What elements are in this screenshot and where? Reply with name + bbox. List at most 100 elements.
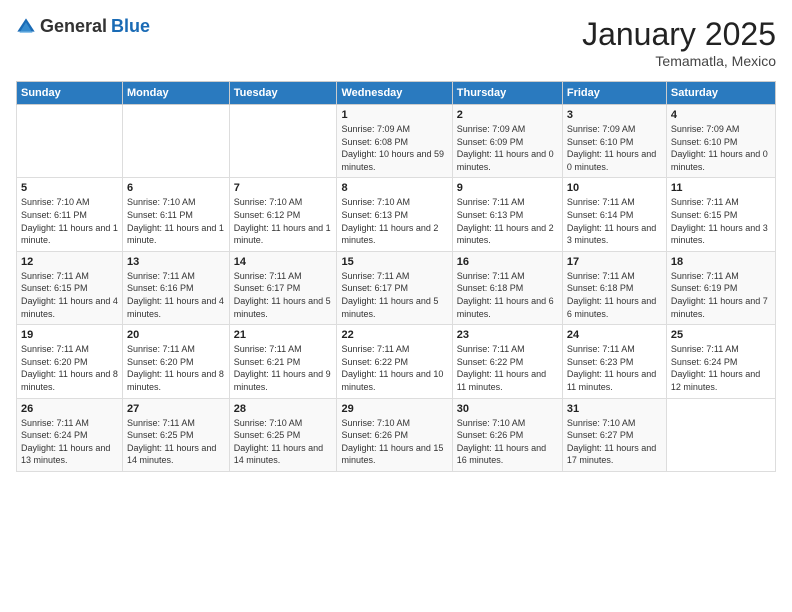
calendar-week-row: 5 Sunrise: 7:10 AMSunset: 6:11 PMDaylight… [17,178,776,251]
day-info: Sunrise: 7:09 AMSunset: 6:08 PMDaylight:… [341,123,447,173]
day-number: 19 [21,329,118,341]
day-number: 27 [127,403,225,415]
calendar-cell: 29 Sunrise: 7:10 AMSunset: 6:26 PMDayligh… [337,398,452,471]
day-number: 23 [457,329,558,341]
day-info: Sunrise: 7:09 AMSunset: 6:10 PMDaylight:… [567,123,662,173]
day-number: 3 [567,109,662,121]
day-info: Sunrise: 7:11 AMSunset: 6:17 PMDaylight:… [234,270,333,320]
calendar-week-row: 19 Sunrise: 7:11 AMSunset: 6:20 PMDayligh… [17,325,776,398]
calendar-cell: 7 Sunrise: 7:10 AMSunset: 6:12 PMDaylight… [229,178,337,251]
calendar-cell: 5 Sunrise: 7:10 AMSunset: 6:11 PMDaylight… [17,178,123,251]
day-info: Sunrise: 7:11 AMSunset: 6:18 PMDaylight:… [567,270,662,320]
day-number: 14 [234,256,333,268]
day-info: Sunrise: 7:11 AMSunset: 6:15 PMDaylight:… [21,270,118,320]
day-info: Sunrise: 7:11 AMSunset: 6:13 PMDaylight:… [457,196,558,246]
logo-blue-text: Blue [111,16,150,37]
calendar-cell: 22 Sunrise: 7:11 AMSunset: 6:22 PMDayligh… [337,325,452,398]
day-info: Sunrise: 7:10 AMSunset: 6:26 PMDaylight:… [457,417,558,467]
day-info: Sunrise: 7:11 AMSunset: 6:20 PMDaylight:… [127,343,225,393]
day-number: 11 [671,182,771,194]
day-number: 10 [567,182,662,194]
calendar-cell: 17 Sunrise: 7:11 AMSunset: 6:18 PMDayligh… [562,251,666,324]
day-info: Sunrise: 7:11 AMSunset: 6:20 PMDaylight:… [21,343,118,393]
day-number: 16 [457,256,558,268]
location-title: Temamatla, Mexico [582,53,776,69]
day-info: Sunrise: 7:11 AMSunset: 6:17 PMDaylight:… [341,270,447,320]
day-number: 29 [341,403,447,415]
calendar-table: SundayMondayTuesdayWednesdayThursdayFrid… [16,81,776,472]
calendar-cell: 2 Sunrise: 7:09 AMSunset: 6:09 PMDaylight… [452,105,562,178]
logo: GeneralBlue [16,16,150,37]
day-info: Sunrise: 7:09 AMSunset: 6:09 PMDaylight:… [457,123,558,173]
calendar-cell [17,105,123,178]
calendar-cell: 12 Sunrise: 7:11 AMSunset: 6:15 PMDayligh… [17,251,123,324]
day-info: Sunrise: 7:10 AMSunset: 6:26 PMDaylight:… [341,417,447,467]
calendar-cell [123,105,230,178]
day-number: 22 [341,329,447,341]
day-number: 28 [234,403,333,415]
day-number: 17 [567,256,662,268]
calendar-cell: 11Sunrise: 7:11 AMSunset: 6:15 PMDayligh… [666,178,775,251]
weekday-header: Wednesday [337,82,452,105]
day-number: 25 [671,329,771,341]
weekday-header: Tuesday [229,82,337,105]
weekday-header: Sunday [17,82,123,105]
calendar-cell: 16Sunrise: 7:11 AMSunset: 6:18 PMDayligh… [452,251,562,324]
weekday-header: Saturday [666,82,775,105]
day-info: Sunrise: 7:11 AMSunset: 6:16 PMDaylight:… [127,270,225,320]
weekday-header: Thursday [452,82,562,105]
day-info: Sunrise: 7:10 AMSunset: 6:13 PMDaylight:… [341,196,447,246]
day-number: 24 [567,329,662,341]
day-info: Sunrise: 7:11 AMSunset: 6:24 PMDaylight:… [671,343,771,393]
day-number: 2 [457,109,558,121]
calendar-cell: 18 Sunrise: 7:11 AMSunset: 6:19 PMDayligh… [666,251,775,324]
day-number: 6 [127,182,225,194]
calendar-cell: 23 Sunrise: 7:11 AMSunset: 6:22 PMDayligh… [452,325,562,398]
day-number: 4 [671,109,771,121]
calendar-cell: 31 Sunrise: 7:10 AMSunset: 6:27 PMDayligh… [562,398,666,471]
day-number: 12 [21,256,118,268]
day-info: Sunrise: 7:10 AMSunset: 6:12 PMDaylight:… [234,196,333,246]
calendar-week-row: 1Sunrise: 7:09 AMSunset: 6:08 PMDaylight… [17,105,776,178]
calendar-cell: 15Sunrise: 7:11 AMSunset: 6:17 PMDayligh… [337,251,452,324]
calendar-cell: 6Sunrise: 7:10 AMSunset: 6:11 PMDaylight… [123,178,230,251]
logo-general-text: General [40,16,107,37]
day-info: Sunrise: 7:10 AMSunset: 6:11 PMDaylight:… [21,196,118,246]
day-number: 26 [21,403,118,415]
weekday-header: Monday [123,82,230,105]
calendar-cell: 19 Sunrise: 7:11 AMSunset: 6:20 PMDayligh… [17,325,123,398]
day-info: Sunrise: 7:11 AMSunset: 6:23 PMDaylight:… [567,343,662,393]
day-number: 30 [457,403,558,415]
calendar-cell [666,398,775,471]
day-number: 21 [234,329,333,341]
day-number: 18 [671,256,771,268]
calendar-cell: 1Sunrise: 7:09 AMSunset: 6:08 PMDaylight… [337,105,452,178]
title-block: January 2025 Temamatla, Mexico [582,16,776,69]
day-info: Sunrise: 7:11 AMSunset: 6:22 PMDaylight:… [457,343,558,393]
calendar-cell: 13Sunrise: 7:11 AMSunset: 6:16 PMDayligh… [123,251,230,324]
day-number: 20 [127,329,225,341]
calendar-cell: 26 Sunrise: 7:11 AMSunset: 6:24 PMDayligh… [17,398,123,471]
calendar-cell: 25 Sunrise: 7:11 AMSunset: 6:24 PMDayligh… [666,325,775,398]
calendar-week-row: 12 Sunrise: 7:11 AMSunset: 6:15 PMDayligh… [17,251,776,324]
day-info: Sunrise: 7:11 AMSunset: 6:25 PMDaylight:… [127,417,225,467]
day-info: Sunrise: 7:11 AMSunset: 6:19 PMDaylight:… [671,270,771,320]
day-number: 31 [567,403,662,415]
day-info: Sunrise: 7:11 AMSunset: 6:24 PMDaylight:… [21,417,118,467]
calendar-cell: 3 Sunrise: 7:09 AMSunset: 6:10 PMDaylight… [562,105,666,178]
day-info: Sunrise: 7:11 AMSunset: 6:22 PMDaylight:… [341,343,447,393]
day-info: Sunrise: 7:10 AMSunset: 6:25 PMDaylight:… [234,417,333,467]
calendar-cell: 10Sunrise: 7:11 AMSunset: 6:14 PMDayligh… [562,178,666,251]
day-info: Sunrise: 7:10 AMSunset: 6:27 PMDaylight:… [567,417,662,467]
day-info: Sunrise: 7:11 AMSunset: 6:21 PMDaylight:… [234,343,333,393]
calendar-cell: 14 Sunrise: 7:11 AMSunset: 6:17 PMDayligh… [229,251,337,324]
calendar-cell: 4 Sunrise: 7:09 AMSunset: 6:10 PMDaylight… [666,105,775,178]
day-info: Sunrise: 7:09 AMSunset: 6:10 PMDaylight:… [671,123,771,173]
calendar-cell: 28 Sunrise: 7:10 AMSunset: 6:25 PMDayligh… [229,398,337,471]
calendar-cell: 20 Sunrise: 7:11 AMSunset: 6:20 PMDayligh… [123,325,230,398]
month-title: January 2025 [582,16,776,53]
calendar-cell: 21 Sunrise: 7:11 AMSunset: 6:21 PMDayligh… [229,325,337,398]
day-number: 7 [234,182,333,194]
day-number: 5 [21,182,118,194]
calendar-cell: 30 Sunrise: 7:10 AMSunset: 6:26 PMDayligh… [452,398,562,471]
